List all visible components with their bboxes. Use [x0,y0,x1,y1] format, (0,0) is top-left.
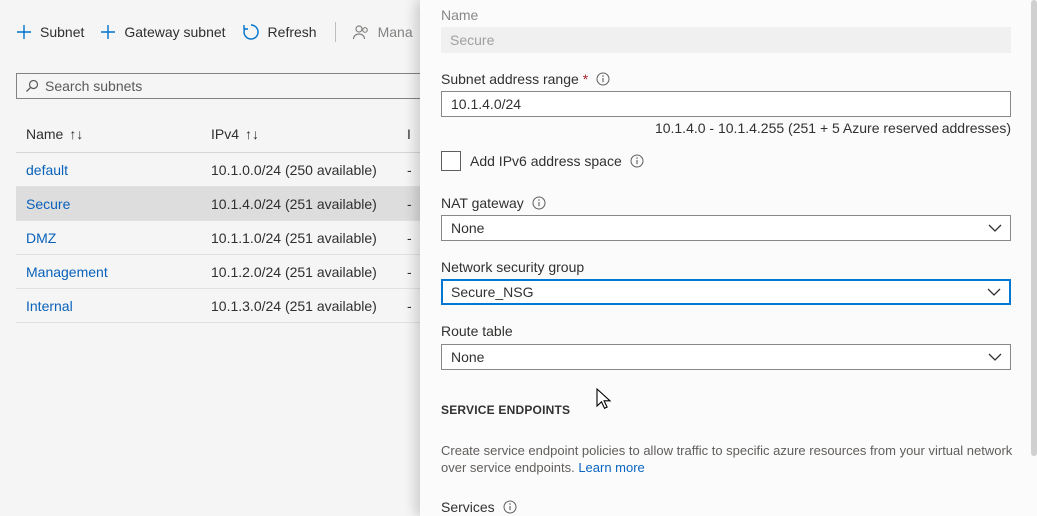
info-icon[interactable] [532,196,546,210]
search-subnets-input[interactable]: Search subnets [16,73,436,99]
third-column-header[interactable]: I [407,126,420,142]
info-icon[interactable] [630,154,644,168]
sort-icon: ↑↓ [69,126,84,142]
refresh-label: Refresh [267,24,317,40]
subnet-range-label: Subnet address range [441,71,579,87]
name-column-header[interactable]: Name ↑↓ [16,126,211,142]
nsg-value: Secure_NSG [451,284,534,300]
users-icon [352,23,370,41]
subnet-range-hint: 10.1.4.0 - 10.1.4.255 (251 + 5 Azure res… [654,120,1011,136]
subnet-name-link[interactable]: Secure [26,196,70,212]
subnet-range-value: 10.1.4.0/24 [451,96,522,112]
nat-gateway-label: NAT gateway [441,195,524,211]
add-gateway-subnet-button[interactable]: Gateway subnet [100,24,226,40]
table-row[interactable]: Internal 10.1.3.0/24 (251 available) - [16,289,420,323]
info-icon[interactable] [503,500,517,514]
name-value: Secure [450,32,495,48]
table-header: Name ↑↓ IPv4 ↑↓ I [16,116,420,153]
third-header-label: I [407,126,411,142]
chevron-down-icon [988,353,1002,361]
subnet-name-link[interactable]: default [26,162,68,178]
manage-users-button[interactable]: Mana [352,23,413,41]
ipv4-column-header[interactable]: IPv4 ↑↓ [211,126,407,142]
route-table-dropdown[interactable]: None [441,344,1011,370]
subnet-name-link[interactable]: Management [26,264,108,280]
subnet-third-col: - [407,161,412,178]
required-marker: * [582,71,589,87]
manage-users-label: Mana [377,24,413,40]
table-row-selected[interactable]: Secure 10.1.4.0/24 (251 available) - [16,187,420,221]
route-table-label: Route table [441,323,513,339]
nsg-label: Network security group [441,259,585,275]
subnet-ipv4: 10.1.2.0/24 (251 available) [211,263,377,280]
service-endpoints-description: Create service endpoint policies to allo… [441,442,1021,476]
toolbar-divider [334,22,336,42]
subnet-ipv4: 10.1.3.0/24 (251 available) [211,297,377,314]
subnet-third-col: - [407,195,412,212]
subnet-ipv4: 10.1.4.0/24 (251 available) [211,195,377,212]
name-field: Secure [441,27,1011,53]
nat-gateway-dropdown[interactable]: None [441,215,1011,241]
subnet-third-col: - [407,263,412,280]
add-gateway-subnet-label: Gateway subnet [124,24,226,40]
add-subnet-button[interactable]: Subnet [16,24,84,40]
service-endpoints-heading: SERVICE ENDPOINTS [441,403,571,417]
subnet-ipv4: 10.1.1.0/24 (251 available) [211,229,377,246]
edit-subnet-panel: Name Secure Subnet address range * 10.1.… [420,0,1037,516]
subnets-table: Name ↑↓ IPv4 ↑↓ I default 10.1.0.0/24 (2… [16,116,420,323]
refresh-icon [242,23,260,41]
sort-icon: ↑↓ [245,126,260,142]
route-table-value: None [451,349,485,365]
table-row[interactable]: default 10.1.0.0/24 (250 available) - [16,153,420,187]
learn-more-link[interactable]: Learn more [578,460,644,475]
info-icon[interactable] [596,72,610,86]
chevron-down-icon [988,224,1002,232]
search-icon [25,79,39,93]
subnet-range-input[interactable]: 10.1.4.0/24 [441,91,1011,117]
subnet-third-col: - [407,229,412,246]
subnet-third-col: - [407,297,412,314]
service-desc-text: Create service endpoint policies to allo… [441,443,1013,475]
ipv4-header-label: IPv4 [211,126,240,142]
name-label: Name [441,7,479,23]
refresh-button[interactable]: Refresh [242,23,317,41]
subnet-ipv4: 10.1.0.0/24 (250 available) [211,161,377,178]
plus-icon [100,24,116,40]
nat-gateway-value: None [451,220,485,236]
search-placeholder: Search subnets [45,78,143,94]
table-row[interactable]: Management 10.1.2.0/24 (251 available) - [16,255,420,289]
ipv6-label: Add IPv6 address space [470,153,622,169]
plus-icon [16,24,32,40]
nat-gateway-label-row: NAT gateway [441,195,546,211]
subnet-range-label-row: Subnet address range * [441,71,610,87]
subnet-name-link[interactable]: Internal [26,298,73,314]
mouse-pointer-icon [596,387,612,415]
command-bar: Subnet Gateway subnet Refresh Mana [16,18,429,46]
chevron-down-icon [987,288,1001,296]
table-row[interactable]: DMZ 10.1.1.0/24 (251 available) - [16,221,420,255]
name-header-label: Name [26,126,64,142]
services-label: Services [441,499,495,515]
ipv6-checkbox[interactable] [441,151,461,171]
services-label-row: Services [441,499,517,515]
ipv6-label-row: Add IPv6 address space [470,153,644,169]
add-subnet-label: Subnet [40,24,85,40]
nsg-dropdown[interactable]: Secure_NSG [441,279,1011,305]
subnet-name-link[interactable]: DMZ [26,230,56,246]
panel-scrollbar[interactable] [1031,0,1037,456]
